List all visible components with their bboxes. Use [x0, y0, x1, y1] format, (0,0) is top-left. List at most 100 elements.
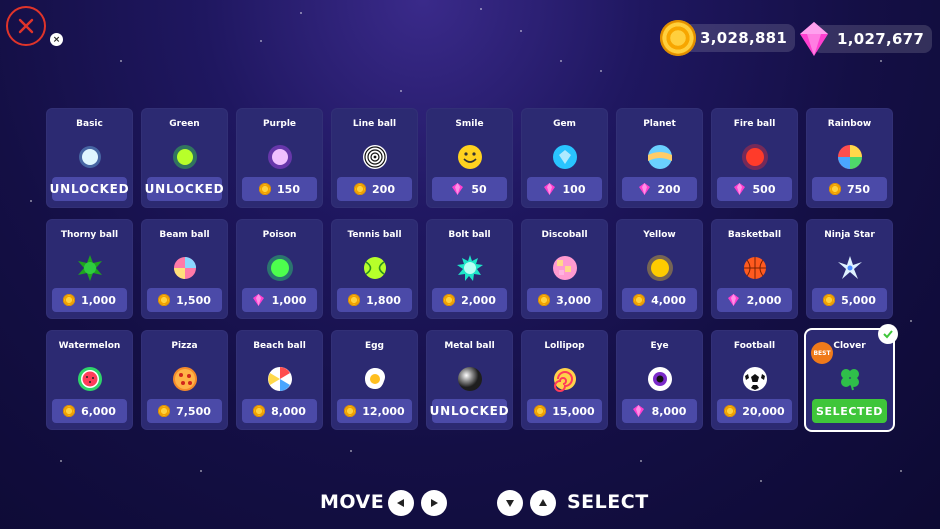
price-tag[interactable]: 2,000	[717, 288, 792, 312]
yellow-ball-icon	[646, 248, 674, 288]
price-tag[interactable]: 100	[527, 177, 602, 201]
price-tag[interactable]: 1,800	[337, 288, 412, 312]
ball-name: Basic	[76, 119, 103, 129]
coin-icon	[253, 405, 266, 417]
ball-card-beach[interactable]: Beach ball 8,000	[236, 330, 323, 430]
ball-card-football[interactable]: Football 20,000	[711, 330, 798, 430]
egg-ball-icon	[361, 359, 389, 399]
ball-card-disco[interactable]: Discoball 3,000	[521, 219, 608, 319]
ball-card-metal[interactable]: Metal ball UNLOCKED	[426, 330, 513, 430]
price-value: 5,000	[841, 293, 876, 307]
best-badge: BEST	[811, 342, 833, 364]
ball-card-green[interactable]: Green UNLOCKED	[141, 108, 228, 208]
ball-name: Pizza	[171, 341, 198, 351]
price-value: 2,000	[461, 293, 496, 307]
ball-card-planet[interactable]: Planet 200	[616, 108, 703, 208]
price-tag[interactable]: 1,000	[52, 288, 127, 312]
coin-icon	[538, 294, 551, 306]
price-value: 3,000	[556, 293, 591, 307]
price-tag[interactable]: 15,000	[527, 399, 602, 423]
select-down-button[interactable]	[497, 490, 523, 516]
arrow-down-icon	[506, 500, 514, 507]
price-tag[interactable]: 2,000	[432, 288, 507, 312]
ball-card-purple[interactable]: Purple 150	[236, 108, 323, 208]
beach-ball-icon	[266, 359, 294, 399]
ball-card-rainbow[interactable]: Rainbow 750	[806, 108, 893, 208]
ball-card-clover[interactable]: Clover SELECTED BEST	[806, 324, 898, 430]
gem-icon	[252, 294, 272, 306]
ball-card-gem[interactable]: Gem 100	[521, 108, 608, 208]
ball-name: Egg	[364, 341, 385, 351]
gem-icon	[632, 405, 652, 417]
controls-footer: MOVE SELECT	[0, 488, 940, 518]
price-tag[interactable]: 200	[337, 177, 412, 201]
move-left-button[interactable]	[388, 490, 414, 516]
arrow-left-icon	[397, 499, 404, 507]
price-tag[interactable]: 7,500	[147, 399, 222, 423]
ball-card-smile[interactable]: Smile 50	[426, 108, 513, 208]
ball-name: Poison	[262, 230, 297, 240]
ball-card-egg[interactable]: Egg 12,000	[331, 330, 418, 430]
ball-card-tennis[interactable]: Tennis ball 1,800	[331, 219, 418, 319]
price-tag[interactable]: 750	[812, 177, 887, 201]
price-tag[interactable]: 5,000	[812, 288, 887, 312]
price-tag[interactable]: 8,000	[242, 399, 317, 423]
ball-name: Lollipop	[544, 341, 585, 351]
price-tag[interactable]: 4,000	[622, 288, 697, 312]
ball-card-lollipop[interactable]: Lollipop 15,000	[521, 330, 608, 430]
gem-icon	[727, 294, 747, 306]
close-button[interactable]	[6, 6, 46, 46]
price-tag[interactable]: 8,000	[622, 399, 697, 423]
selected-button[interactable]: SELECTED	[812, 399, 887, 423]
price-value: 2,000	[746, 293, 782, 307]
ball-card-thorny[interactable]: Thorny ball 1,000	[46, 219, 133, 319]
gem-ball-icon	[551, 137, 579, 177]
lollipop-ball-icon	[551, 359, 579, 399]
coin-icon	[829, 183, 842, 195]
price-tag[interactable]: 3,000	[527, 288, 602, 312]
price-value: 8,000	[651, 404, 687, 418]
price-tag[interactable]: 50	[432, 177, 507, 201]
ball-card-line[interactable]: Line ball 200	[331, 108, 418, 208]
price-tag[interactable]: 500	[717, 177, 792, 201]
ball-card-watermelon[interactable]: Watermelon 6,000	[46, 330, 133, 430]
coin-icon	[158, 294, 171, 306]
ball-card-beam[interactable]: Beam ball 1,500	[141, 219, 228, 319]
price-tag[interactable]: 1,000	[242, 288, 317, 312]
ball-name: Bolt ball	[448, 230, 491, 240]
price-value: 1,500	[176, 293, 211, 307]
ball-card-pizza[interactable]: Pizza 7,500	[141, 330, 228, 430]
ball-card-eye[interactable]: Eye 8,000	[616, 330, 703, 430]
price-tag[interactable]: 200	[622, 177, 697, 201]
price-tag[interactable]: 1,500	[147, 288, 222, 312]
price-value: 1,000	[271, 293, 307, 307]
price-tag[interactable]: 12,000	[337, 399, 412, 423]
price-value: UNLOCKED	[144, 182, 225, 196]
unlocked-label[interactable]: UNLOCKED	[144, 177, 225, 201]
gem-icon	[543, 183, 563, 195]
ball-card-ninja[interactable]: Ninja Star 5,000	[806, 219, 893, 319]
coin-icon	[354, 183, 367, 195]
select-up-button[interactable]	[530, 490, 556, 516]
ball-card-yellow[interactable]: Yellow 4,000	[616, 219, 703, 319]
ball-name: Line ball	[352, 119, 397, 129]
coin-icon	[823, 294, 836, 306]
football-ball-icon	[741, 359, 769, 399]
ball-card-fire[interactable]: Fire ball 500	[711, 108, 798, 208]
move-right-button[interactable]	[421, 490, 447, 516]
price-tag[interactable]: 150	[242, 177, 317, 201]
ball-name: Fire ball	[733, 119, 776, 129]
ball-card-basketball[interactable]: Basketball 2,000	[711, 219, 798, 319]
coin-icon	[534, 405, 547, 417]
price-tag[interactable]: 6,000	[52, 399, 127, 423]
metal-ball-icon	[456, 359, 484, 399]
unlocked-label[interactable]: UNLOCKED	[430, 399, 509, 423]
ball-card-basic[interactable]: Basic UNLOCKED	[46, 108, 133, 208]
price-value: 7,500	[176, 404, 211, 418]
pizza-ball-icon	[171, 359, 199, 399]
ball-card-bolt[interactable]: Bolt ball 2,000	[426, 219, 513, 319]
unlocked-label[interactable]: UNLOCKED	[50, 177, 129, 201]
ball-card-poison[interactable]: Poison 1,000	[236, 219, 323, 319]
coin-icon	[660, 20, 696, 56]
price-tag[interactable]: 20,000	[717, 399, 792, 423]
